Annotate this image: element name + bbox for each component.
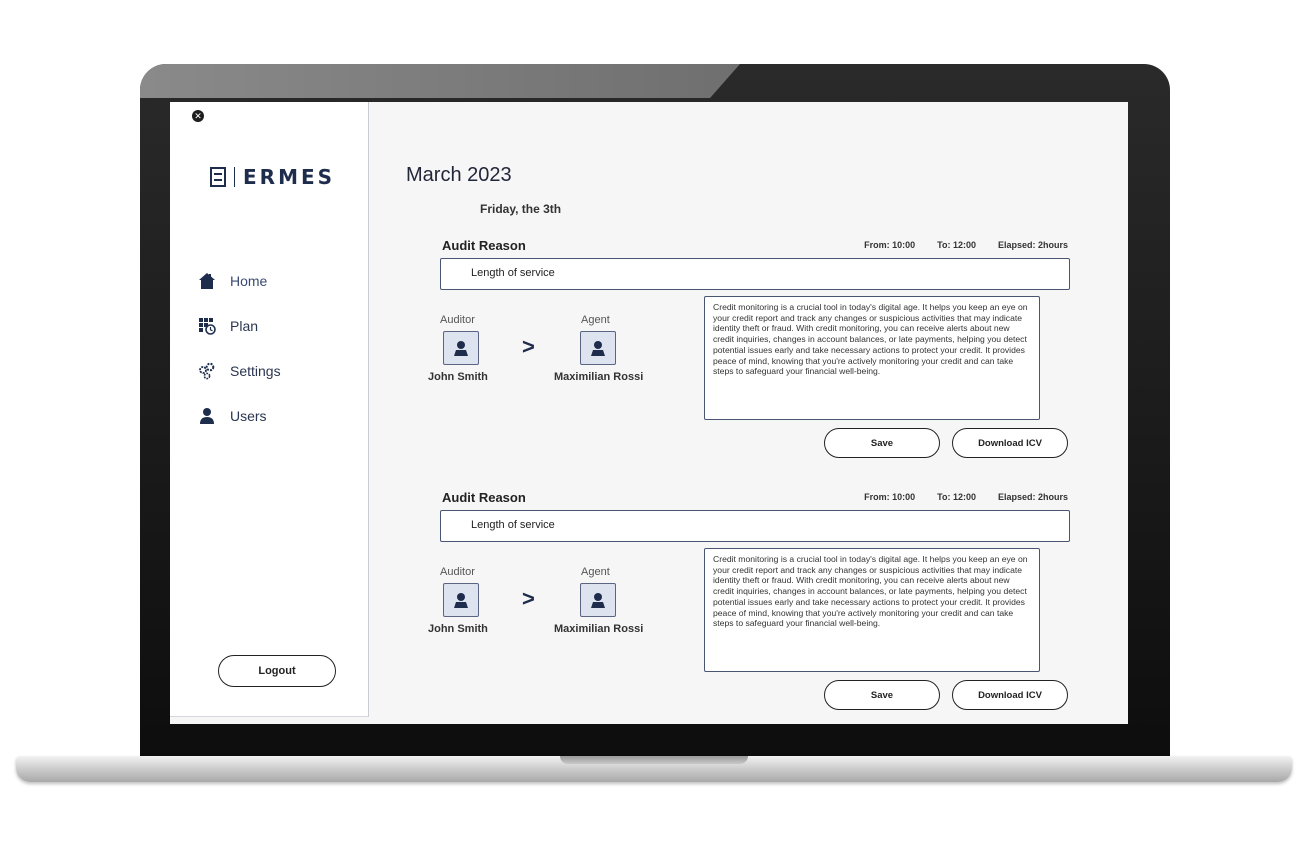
time-from: From: 10:00 (864, 240, 916, 250)
audit-reason-value: Length of service (471, 267, 555, 279)
sidebar-item-users[interactable]: Users (198, 405, 281, 427)
audit-description[interactable]: Credit monitoring is a crucial tool in t… (704, 548, 1040, 672)
save-button[interactable]: Save (824, 428, 940, 458)
auditor-name: John Smith (428, 623, 488, 635)
sidebar-item-plan[interactable]: Plan (198, 315, 281, 337)
audit-times: From: 10:00 To: 12:00 Elapsed: 2hours (842, 240, 1068, 250)
home-icon (198, 272, 216, 290)
calendar-clock-icon (198, 317, 216, 335)
sidebar: ✕ ERMES Home Plan Settings Users Logout (170, 102, 369, 717)
audit-title: Audit Reason (442, 490, 526, 505)
agent-avatar[interactable] (580, 583, 616, 617)
arrow-right-icon: > (522, 586, 535, 611)
auditor-name: John Smith (428, 371, 488, 383)
person-icon (591, 341, 605, 356)
audit-reason-field[interactable]: Length of service (440, 258, 1070, 290)
sidebar-item-label: Users (230, 408, 267, 424)
audit-description[interactable]: Credit monitoring is a crucial tool in t… (704, 296, 1040, 420)
person-icon (454, 593, 468, 608)
logo-divider (234, 167, 235, 187)
agent-role-label: Agent (581, 314, 610, 326)
time-from: From: 10:00 (864, 492, 916, 502)
brand-logo: ERMES (210, 165, 336, 189)
main-content: March 2023 Friday, the 3th Audit Reason … (368, 102, 1128, 724)
auditor-role-label: Auditor (440, 314, 475, 326)
brand-name: ERMES (243, 165, 336, 189)
person-icon (591, 593, 605, 608)
sidebar-item-settings[interactable]: Settings (198, 360, 281, 382)
laptop-notch (560, 756, 748, 764)
sidebar-item-label: Settings (230, 363, 281, 379)
agent-name: Maximilian Rossi (554, 371, 644, 383)
time-to: To: 12:00 (937, 240, 976, 250)
download-icv-button[interactable]: Download ICV (952, 680, 1068, 710)
agent-avatar[interactable] (580, 331, 616, 365)
user-icon (198, 407, 216, 425)
logout-button[interactable]: Logout (218, 655, 336, 687)
time-to: To: 12:00 (937, 492, 976, 502)
person-icon (454, 341, 468, 356)
app-screen: ✕ ERMES Home Plan Settings Users Logout … (170, 102, 1128, 724)
agent-role-label: Agent (581, 566, 610, 578)
gears-icon (198, 362, 216, 380)
logo-mark-icon (210, 167, 226, 187)
agent-name: Maximilian Rossi (554, 623, 644, 635)
download-icv-button[interactable]: Download ICV (952, 428, 1068, 458)
page-title: March 2023 (406, 164, 512, 186)
arrow-right-icon: > (522, 334, 535, 359)
sidebar-item-label: Home (230, 273, 268, 289)
laptop-glare (140, 64, 740, 98)
day-subtitle: Friday, the 3th (480, 202, 562, 216)
close-icon[interactable]: ✕ (192, 110, 204, 122)
audit-times: From: 10:00 To: 12:00 Elapsed: 2hours (842, 492, 1068, 502)
auditor-avatar[interactable] (443, 583, 479, 617)
audit-reason-value: Length of service (471, 519, 555, 531)
audit-title: Audit Reason (442, 238, 526, 253)
auditor-avatar[interactable] (443, 331, 479, 365)
time-elapsed: Elapsed: 2hours (997, 240, 1068, 250)
audit-reason-field[interactable]: Length of service (440, 510, 1070, 542)
audit-card: Audit Reason From: 10:00 To: 12:00 Elaps… (428, 490, 1070, 715)
sidebar-item-label: Plan (230, 318, 259, 334)
time-elapsed: Elapsed: 2hours (997, 492, 1068, 502)
auditor-role-label: Auditor (440, 566, 475, 578)
sidebar-nav: Home Plan Settings Users (198, 270, 281, 450)
audit-card: Audit Reason From: 10:00 To: 12:00 Elaps… (428, 238, 1070, 463)
sidebar-item-home[interactable]: Home (198, 270, 281, 292)
save-button[interactable]: Save (824, 680, 940, 710)
